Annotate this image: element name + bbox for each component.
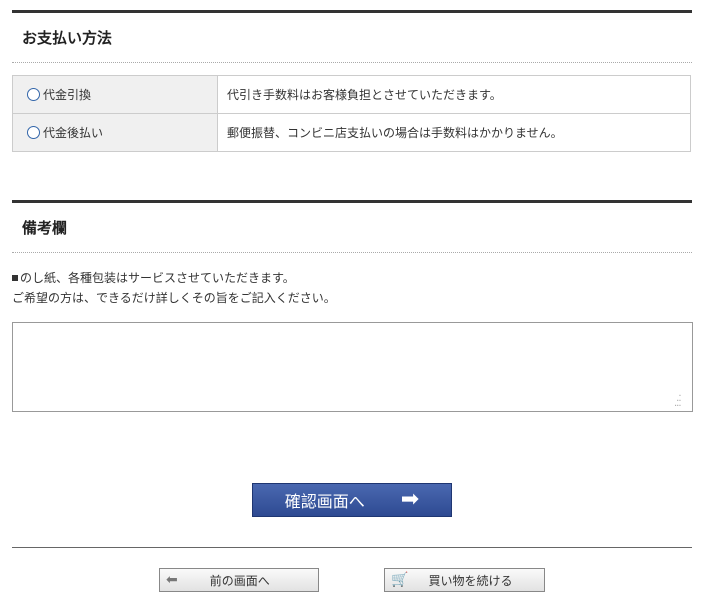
shopping-cart-icon: 🛒 — [391, 572, 409, 588]
payment-title-divider — [12, 62, 692, 63]
payment-option-label-cell[interactable]: 代金後払い — [12, 113, 218, 152]
back-button-label: 前の画面へ — [209, 573, 270, 588]
confirm-button[interactable]: 確認画面へ ➡ — [252, 483, 452, 517]
arrow-right-icon: ➡ — [400, 487, 420, 512]
payment-option-description: 代引き手数料はお客様負担とさせていただきます。 — [217, 75, 691, 114]
remarks-textarea[interactable] — [12, 322, 693, 412]
radio-circle-icon[interactable] — [27, 126, 40, 139]
payment-option-row[interactable]: 代金後払い 郵便振替、コンビニ店支払いの場合は手数料はかかりません。 — [12, 113, 691, 152]
radio-circle-icon[interactable] — [27, 88, 40, 101]
continue-shopping-label: 買い物を続ける — [428, 573, 513, 588]
back-button[interactable]: ⬅ 前の画面へ — [159, 568, 319, 592]
remarks-section-border — [12, 200, 692, 203]
remarks-title-divider — [12, 252, 692, 253]
remarks-notes: のし紙、各種包装はサービスさせていただきます。 ご希望の方は、できるだけ詳しくそ… — [12, 268, 336, 308]
resize-grip-icon[interactable]: · ·· ··· — [674, 392, 688, 412]
remarks-note-text: のし紙、各種包装はサービスさせていただきます。 — [20, 271, 295, 285]
payment-option-label-cell[interactable]: 代金引換 — [12, 75, 218, 114]
payment-option-label: 代金引換 — [43, 88, 92, 102]
arrow-left-icon: ⬅ — [166, 572, 178, 588]
payment-option-label: 代金後払い — [43, 126, 104, 140]
square-bullet-icon — [12, 275, 18, 281]
remarks-note-line: ご希望の方は、できるだけ詳しくその旨をご記入ください。 — [12, 291, 336, 305]
continue-shopping-button[interactable]: 🛒 買い物を続ける — [384, 568, 545, 592]
remarks-section-title: 備考欄 — [22, 219, 68, 237]
payment-options-table: 代金引換 代引き手数料はお客様負担とさせていただきます。 代金後払い 郵便振替、… — [12, 75, 691, 152]
payment-section-border — [12, 10, 692, 13]
remarks-note-line: のし紙、各種包装はサービスさせていただきます。 — [12, 268, 336, 288]
bottom-divider — [12, 547, 692, 548]
payment-option-row[interactable]: 代金引換 代引き手数料はお客様負担とさせていただきます。 — [12, 75, 691, 114]
confirm-button-label: 確認画面へ — [284, 492, 365, 511]
payment-section-title: お支払い方法 — [22, 29, 113, 47]
payment-option-description: 郵便振替、コンビニ店支払いの場合は手数料はかかりません。 — [217, 113, 691, 152]
